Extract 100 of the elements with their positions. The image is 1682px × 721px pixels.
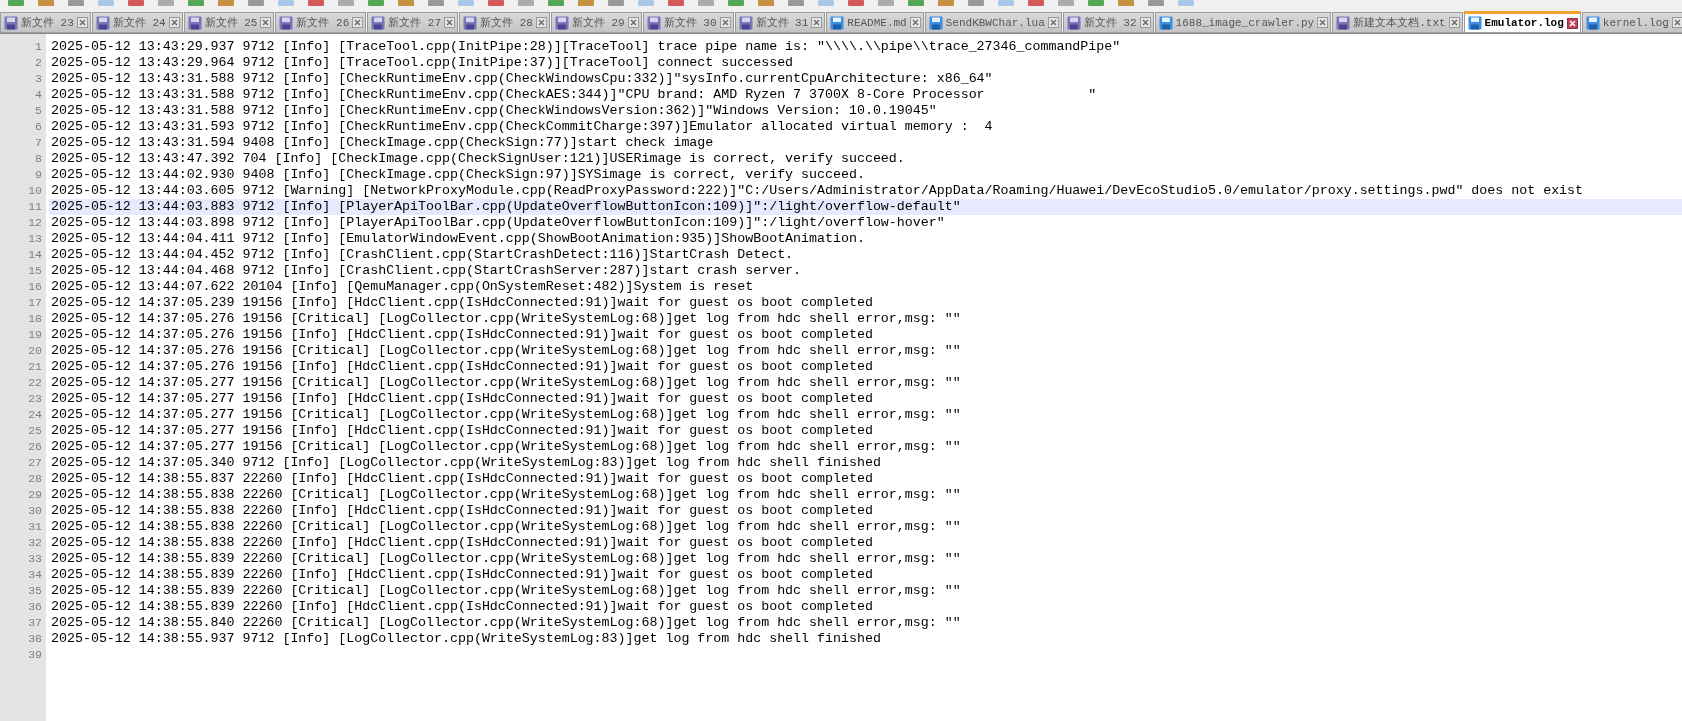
tab[interactable]: 新文件 23 (0, 12, 91, 32)
line-number: 31 (27, 519, 43, 535)
close-icon[interactable] (168, 17, 180, 28)
line-number: 15 (27, 263, 43, 279)
tab[interactable]: SendKBWChar.lua (924, 12, 1062, 32)
log-line: 2025-05-12 14:37:05.277 19156 [Critical] [LogCollector.cpp(WriteSystemLog:68)]get log from hdc shell error,msg: "" (50, 439, 961, 455)
close-icon[interactable] (627, 17, 639, 28)
log-line: 2025-05-12 14:38:55.839 22260 [Critical] [LogCollector.cpp(WriteSystemLog:68)]get log from hdc shell error,msg: "" (50, 583, 961, 599)
log-line: 2025-05-12 14:38:55.838 22260 [Critical] [LogCollector.cpp(WriteSystemLog:68)]get log from hdc shell error,msg: "" (50, 519, 961, 535)
log-line: 2025-05-12 14:37:05.276 19156 [Info] [HdcClient.cpp(IsHdcConnected:91)]wait for guest os boot completed (50, 359, 873, 375)
line-number: 5 (34, 103, 43, 119)
log-line: 2025-05-12 13:44:07.622 20104 [Info] [QemuManager.cpp(OnSystemReset:482)]System is reset (50, 279, 754, 295)
log-line: 2025-05-12 14:37:05.276 19156 [Info] [HdcClient.cpp(IsHdcConnected:91)]wait for guest os boot completed (50, 327, 873, 343)
line-number: 14 (27, 247, 43, 263)
close-icon[interactable] (909, 17, 921, 28)
line-number: 12 (27, 215, 43, 231)
line-number: 3 (34, 71, 43, 87)
line-number: 21 (27, 359, 43, 375)
tab[interactable]: Emulator.log (1463, 11, 1581, 32)
line-number: 36 (27, 599, 43, 615)
tab[interactable]: 1688_image_crawler.py (1154, 12, 1332, 32)
line-number: 10 (27, 183, 43, 199)
line-number: 29 (27, 487, 43, 503)
log-line: 2025-05-12 14:38:55.839 22260 [Info] [HdcClient.cpp(IsHdcConnected:91)]wait for guest os boot completed (50, 567, 873, 583)
line-number: 33 (27, 551, 43, 567)
log-line: 2025-05-12 14:37:05.239 19156 [Info] [HdcClient.cpp(IsHdcConnected:91)]wait for guest os boot completed (50, 295, 873, 311)
tab[interactable]: 新文件 31 (734, 12, 826, 32)
close-icon[interactable] (260, 17, 272, 28)
line-number: 2 (34, 55, 43, 71)
log-line: 2025-05-12 14:37:05.277 19156 [Critical] [LogCollector.cpp(WriteSystemLog:68)]get log from hdc shell error,msg: "" (50, 407, 961, 423)
line-number: 8 (34, 151, 43, 167)
log-line: 2025-05-12 13:43:29.964 9712 [Info] [TraceTool.cpp(InitPipe:37)][TraceTool] connect successed (50, 55, 794, 71)
line-number: 22 (27, 375, 43, 391)
log-line: 2025-05-12 14:38:55.838 22260 [Critical] [LogCollector.cpp(WriteSystemLog:68)]get log from hdc shell error,msg: "" (50, 487, 961, 503)
line-number: 25 (27, 423, 43, 439)
log-line: 2025-05-12 14:38:55.839 22260 [Critical] [LogCollector.cpp(WriteSystemLog:68)]get log from hdc shell error,msg: "" (50, 551, 961, 567)
line-number: 4 (34, 87, 43, 103)
log-line: 2025-05-12 13:44:03.898 9712 [Info] [PlayerApiToolBar.cpp(UpdateOverflowButtonIcon:109)]":/light/overflow-hover" (50, 215, 945, 231)
log-line: 2025-05-12 13:43:31.593 9712 [Info] [CheckRuntimeEnv.cpp(CheckCommitCharge:397)]Emulator allocated virtual memory : 4 (50, 119, 993, 135)
line-number: 23 (27, 391, 43, 407)
close-icon[interactable] (1047, 17, 1059, 28)
line-number: 18 (27, 311, 43, 327)
line-number: 13 (27, 231, 43, 247)
line-number: 17 (27, 295, 43, 311)
line-number: 26 (27, 439, 43, 455)
line-number: 34 (27, 567, 43, 583)
close-icon[interactable] (719, 17, 731, 28)
line-number: 7 (34, 135, 43, 151)
line-number: 27 (27, 455, 43, 471)
line-number: 19 (27, 327, 43, 343)
log-line: 2025-05-12 13:43:47.392 704 [Info] [CheckImage.cpp(CheckSignUser:121)]USERimage is correct, verify succeed. (50, 151, 905, 167)
close-icon[interactable] (811, 17, 823, 28)
log-line: 2025-05-12 14:38:55.838 22260 [Info] [HdcClient.cpp(IsHdcConnected:91)]wait for guest os boot completed (50, 535, 873, 551)
line-number: 24 (27, 407, 43, 423)
log-line: 2025-05-12 13:43:31.588 9712 [Info] [CheckRuntimeEnv.cpp(CheckWindowsCpu:332)]"sysInfo.currentCpuArchitecture: x86_64" (50, 71, 993, 87)
tab[interactable]: 新文件 26 (275, 12, 367, 32)
line-number: 39 (27, 647, 43, 663)
close-icon[interactable] (444, 17, 456, 28)
log-line: 2025-05-12 14:37:05.340 9712 [Info] [LogCollector.cpp(WriteSystemLog:83)]get log from hdc shell finished (50, 455, 881, 471)
close-icon[interactable] (1566, 17, 1578, 29)
line-number: 16 (27, 279, 43, 295)
log-line: 2025-05-12 13:44:03.605 9712 [Warning] [NetworkProxyModule.cpp(ReadProxyPassword:222)]"C:/Users/Administrator/AppData/Roaming/Huawei/DevEcoStudio5.0/emulator/proxy.settings.pwd" does not exist (50, 183, 1584, 199)
log-line: 2025-05-12 13:43:29.937 9712 [Info] [TraceTool.cpp(InitPipe:28)][TraceTool] trace pipe name is: "\\\\.\\pipe\\trace_27346_commandPipe" (50, 39, 1121, 55)
log-line: 2025-05-12 14:37:05.277 19156 [Info] [HdcClient.cpp(IsHdcConnected:91)]wait for guest os boot completed (50, 391, 873, 407)
close-icon[interactable] (76, 17, 88, 28)
tab[interactable]: 新文件 29 (550, 12, 642, 32)
tab[interactable]: README.md (826, 12, 924, 32)
line-number: 38 (27, 631, 43, 647)
log-line: 2025-05-12 14:37:05.277 19156 [Info] [HdcClient.cpp(IsHdcConnected:91)]wait for guest os boot completed (50, 423, 873, 439)
log-line: 2025-05-12 14:38:55.839 22260 [Info] [HdcClient.cpp(IsHdcConnected:91)]wait for guest os boot completed (50, 599, 873, 615)
log-line: 2025-05-12 14:38:55.840 22260 [Critical] [LogCollector.cpp(WriteSystemLog:68)]get log from hdc shell error,msg: "" (50, 615, 961, 631)
line-number: 1 (34, 39, 43, 55)
log-line: 2025-05-12 13:43:31.594 9408 [Info] [CheckImage.cpp(CheckSign:77)]start check image (50, 135, 714, 151)
log-line: 2025-05-12 13:44:04.452 9712 [Info] [CrashClient.cpp(StartCrashDetect:116)]StartCrash Detect. (50, 247, 794, 263)
line-number: 37 (27, 615, 43, 631)
line-number: 6 (34, 119, 43, 135)
log-line: 2025-05-12 14:37:05.276 19156 [Critical] [LogCollector.cpp(WriteSystemLog:68)]get log from hdc shell error,msg: "" (50, 343, 961, 359)
close-icon[interactable] (535, 17, 547, 28)
tab[interactable]: 新文件 25 (183, 12, 275, 32)
tab[interactable]: 新文件 27 (367, 12, 459, 32)
log-line: 2025-05-12 14:38:55.838 22260 [Info] [HdcClient.cpp(IsHdcConnected:91)]wait for guest os boot completed (50, 503, 873, 519)
line-number: 9 (34, 167, 43, 183)
tab[interactable]: 新文件 30 (642, 12, 734, 32)
log-line: 2025-05-12 14:38:55.837 22260 [Info] [HdcClient.cpp(IsHdcConnected:91)]wait for guest os boot completed (50, 471, 873, 487)
log-line: 2025-05-12 13:44:04.468 9712 [Info] [CrashClient.cpp(StartCrashServer:287)]start crash server. (50, 263, 802, 279)
tab[interactable]: kernel.log (1581, 12, 1682, 32)
log-line: 2025-05-12 13:43:31.588 9712 [Info] [CheckRuntimeEnv.cpp(CheckWindowsVersion:362)]"Windows Version: 10.0.19045" (50, 103, 937, 119)
close-icon[interactable] (352, 17, 364, 28)
tab[interactable]: 新文件 24 (91, 12, 183, 32)
log-line: 2025-05-12 13:43:31.588 9712 [Info] [CheckRuntimeEnv.cpp(CheckAES:344)]"CPU brand: AMD Ryzen 7 3700X 8-Core Processor " (50, 87, 1097, 103)
log-line: 2025-05-12 13:44:04.411 9712 [Info] [EmulatorWindowEvent.cpp(ShowBootAnimation:935)]ShowBootAnimation. (50, 231, 865, 247)
tab[interactable]: 新文件 32 (1062, 12, 1154, 32)
tab[interactable]: 新文件 28 (459, 12, 550, 32)
log-line: 2025-05-12 14:37:05.276 19156 [Critical] [LogCollector.cpp(WriteSystemLog:68)]get log from hdc shell error,msg: "" (50, 311, 961, 327)
log-line: 2025-05-12 13:44:02.930 9408 [Info] [CheckImage.cpp(CheckSign:97)]SYSimage is correct, verify succeed. (50, 167, 865, 183)
close-icon[interactable] (1139, 17, 1151, 28)
tab[interactable]: 新建文本文档.txt (1332, 12, 1463, 32)
close-icon[interactable] (1317, 17, 1329, 28)
close-icon[interactable] (1671, 17, 1682, 28)
close-icon[interactable] (1448, 17, 1460, 28)
